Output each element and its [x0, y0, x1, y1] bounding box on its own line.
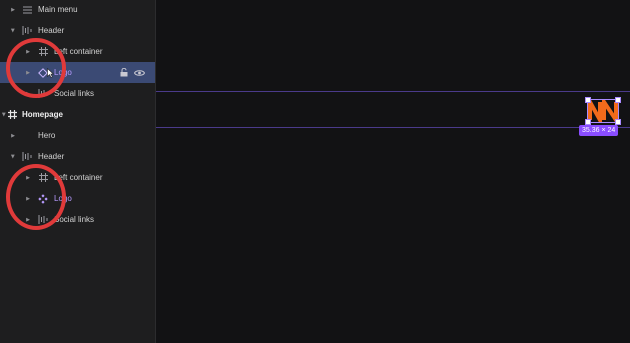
frame-icon [6, 104, 18, 125]
selected-logo-component[interactable] [585, 97, 621, 125]
layer-label: Homepage [22, 110, 63, 119]
annotation-circle [6, 164, 66, 230]
design-canvas[interactable] [156, 0, 630, 343]
lock-open-icon[interactable] [120, 68, 128, 77]
layer-label: Hero [38, 131, 56, 140]
row-actions [120, 62, 145, 83]
layer-row-hero[interactable]: ▶ Hero [0, 125, 155, 146]
resize-handle-top-right[interactable] [615, 97, 621, 103]
menu-lines-icon [21, 0, 33, 20]
layer-row-homepage[interactable]: ▶ Homepage [0, 104, 155, 125]
layer-label: Main menu [38, 5, 78, 14]
chevron-right-icon[interactable]: ▶ [9, 0, 17, 20]
logo-graphic-icon [588, 100, 618, 122]
layer-row-header[interactable]: ▶ Header [0, 146, 155, 167]
size-badge: 35.36 × 24 [579, 125, 619, 136]
top-guide-line [156, 91, 630, 92]
annotation-circle [6, 38, 66, 98]
bottom-guide-line [156, 127, 630, 128]
eye-icon[interactable] [134, 69, 145, 77]
layer-row-main-menu[interactable]: ▶ Main menu [0, 0, 155, 20]
chevron-right-icon[interactable]: ▶ [9, 125, 17, 146]
resize-handle-top-left[interactable] [585, 97, 591, 103]
layer-label: Social links [54, 89, 95, 98]
layer-row-header[interactable]: ▶ Header [0, 20, 155, 41]
